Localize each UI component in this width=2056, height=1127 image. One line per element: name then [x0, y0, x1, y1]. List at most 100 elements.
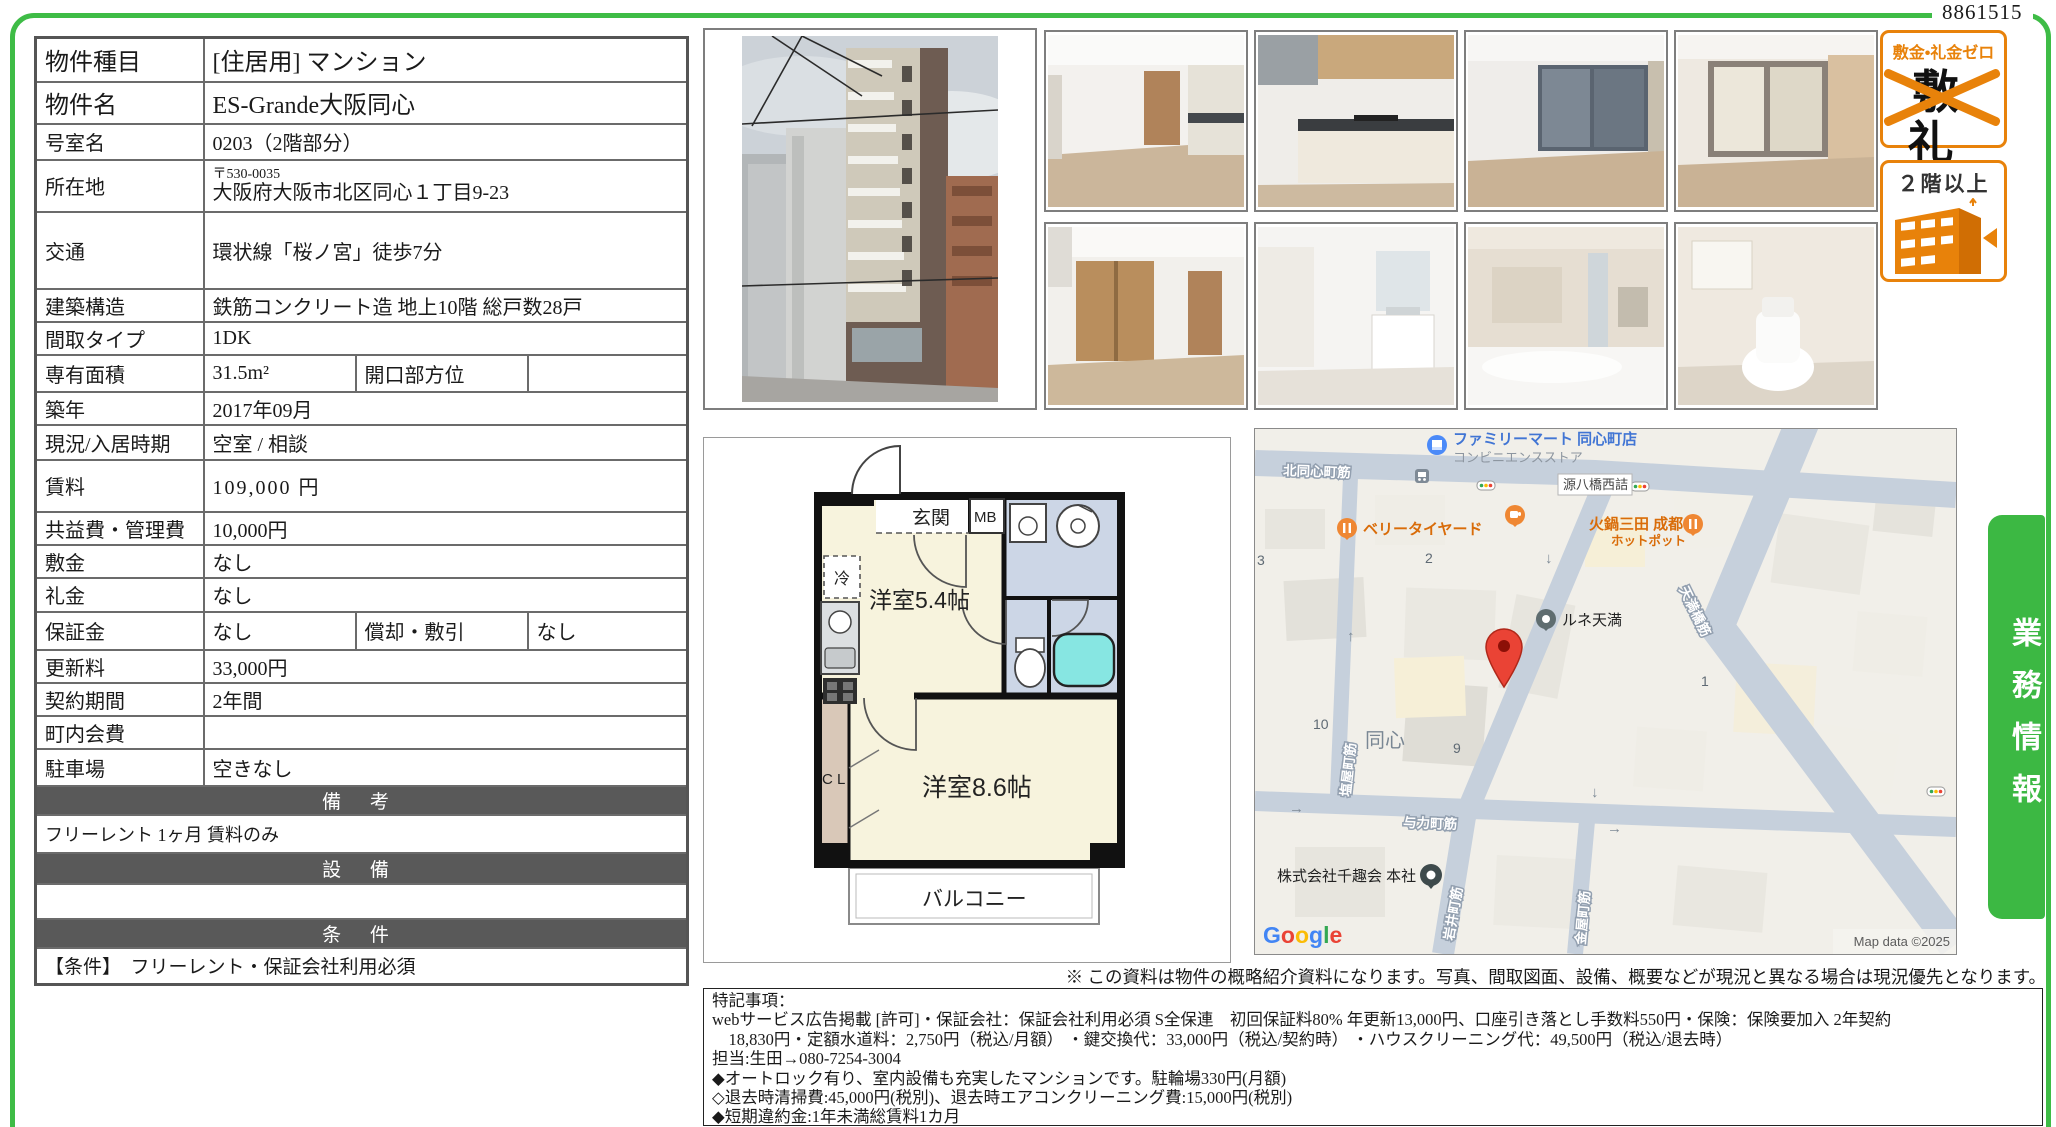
- row-label: 契約期間: [36, 683, 204, 716]
- photo-closet-room: [1044, 222, 1248, 410]
- row-label: 償却・敷引: [356, 612, 528, 650]
- equipment-text: [36, 884, 688, 919]
- row-value: [528, 355, 688, 392]
- living-photo-art: [1468, 35, 1664, 207]
- rent-value: 109,000 円: [204, 460, 688, 512]
- row-value: なし: [204, 612, 356, 650]
- poi-hotpot-sub: ホットポット: [1611, 533, 1686, 548]
- row-value: なし: [204, 545, 688, 578]
- row-value: 0203（2階部分）: [204, 124, 688, 160]
- svg-text:↓: ↓: [1591, 784, 1599, 801]
- table-row: [36, 884, 688, 919]
- row-label: 号室名: [36, 124, 204, 160]
- bathroom-photo-art: [1468, 227, 1664, 405]
- property-table: 物件種目 [住居用] マンション 物件名 ES-Grande大阪同心 号室名 0…: [34, 36, 689, 986]
- row-value: [204, 716, 688, 749]
- map-drawing: ↑→ ↓→↓ 北同心町筋 与力町筋 塩屋町筋 岩井町筋 金屋町筋 天満橋筋 源八…: [1255, 429, 1956, 954]
- row-value: 環状線「桜ノ宮」徒歩7分: [204, 212, 688, 289]
- map: ↑→ ↓→↓ 北同心町筋 与力町筋 塩屋町筋 岩井町筋 金屋町筋 天満橋筋 源八…: [1254, 428, 1957, 955]
- poi-lune: ルネ天満: [1562, 612, 1622, 629]
- row-label: 専有面積: [36, 355, 204, 392]
- row-value: なし: [204, 578, 688, 612]
- table-row: 築年 2017年09月: [36, 392, 688, 425]
- notes-title: 特記事項：: [712, 991, 2034, 1010]
- remarks-text: フリーレント 1ヶ月 賃料のみ: [36, 815, 688, 853]
- badge-floor-title: ２階以上: [1883, 168, 2004, 198]
- poi-berry: ベリータイヤード: [1363, 521, 1483, 538]
- badge-zero-chars: 敷礼: [1883, 67, 2004, 168]
- row-value: 空きなし: [204, 749, 688, 786]
- badge-zero-title: 敷金•礼金ゼロ: [1883, 39, 2004, 63]
- intersection-genpachi: 源八橋西詰: [1563, 477, 1628, 492]
- row-label: 駐車場: [36, 749, 204, 786]
- photo-bathroom: [1464, 222, 1668, 410]
- svg-text:→: →: [1289, 800, 1304, 817]
- table-row: 共益費・管理費 10,000円: [36, 512, 688, 545]
- notes-line: ◆オートロック有り、室内設備も充実したマンションです。駐輪場330円(月額): [712, 1069, 2034, 1088]
- table-row: 物件名 ES-Grande大阪同心: [36, 82, 688, 124]
- row-label: 共益費・管理費: [36, 512, 204, 545]
- row-label: 礼金: [36, 578, 204, 612]
- kitchen-photo-art: [1258, 35, 1454, 207]
- closet-photo-art: [1048, 227, 1244, 405]
- table-row: 【条件】 フリーレント・保証会社利用必須: [36, 948, 688, 985]
- photo-balcony-window: [1674, 30, 1878, 212]
- notes-line: ◇退去時清掃費:45,000円(税別)、退去時エアコンクリーニング費:15,00…: [712, 1088, 2034, 1107]
- block-number: 10: [1313, 716, 1329, 732]
- label-fridge: 冷: [834, 570, 850, 588]
- row-value: 2017年09月: [204, 392, 688, 425]
- street-yoriki: 与力町筋: [1403, 814, 1458, 832]
- notes-box: 特記事項： webサービス広告掲載 [許可]・保証会社：保証会社利用必須 S全保…: [703, 988, 2043, 1126]
- table-row: 所在地 〒530-0035 大阪府大阪市北区同心１丁目9-23: [36, 160, 688, 212]
- side-banner-gyomu-joho: 業務情報: [1988, 515, 2045, 919]
- room-photo-art: [1048, 35, 1244, 207]
- row-label: 保証金: [36, 612, 204, 650]
- poi-famima-sub: コンビニエンスストア: [1453, 450, 1583, 465]
- section-header-remarks: 備 考: [36, 786, 688, 815]
- floorplan: 玄関 MB 冷 洋室5.4帖 洋室8.6帖 C L バルコニー: [703, 437, 1231, 963]
- photo-washroom: [1254, 222, 1458, 410]
- row-value: 33,000円: [204, 650, 688, 683]
- window-photo-art: [1678, 35, 1874, 207]
- section-header-equipment: 設 備: [36, 853, 688, 884]
- table-row: 間取タイプ 1DK: [36, 322, 688, 355]
- conditions-text: 【条件】 フリーレント・保証会社利用必須: [36, 948, 688, 985]
- area-doshin: 同心: [1365, 730, 1405, 752]
- row-label: 開口部方位: [356, 355, 528, 392]
- row-label: 物件種目: [36, 38, 204, 82]
- table-row: 現況/入居時期 空室 / 相談: [36, 425, 688, 460]
- table-row: 賃料 109,000 円: [36, 460, 688, 512]
- postal-code: 〒530-0035: [213, 167, 679, 182]
- block-number: 2: [1425, 550, 1433, 566]
- row-label: 交通: [36, 212, 204, 289]
- reference-number: 8861515: [1932, 0, 2033, 25]
- table-row: 交通 環状線「桜ノ宮」徒歩7分: [36, 212, 688, 289]
- row-label: 賃料: [36, 460, 204, 512]
- row-label: 物件名: [36, 82, 204, 124]
- row-value: 空室 / 相談: [204, 425, 688, 460]
- table-row: 建築構造 鉄筋コンクリート造 地上10階 総戸数28戸: [36, 289, 688, 322]
- address-text: 大阪府大阪市北区同心１丁目9-23: [213, 182, 679, 204]
- floorplan-drawing: 玄関 MB 冷 洋室5.4帖 洋室8.6帖 C L バルコニー: [704, 438, 1230, 962]
- photo-building-exterior: [703, 28, 1037, 410]
- label-closet: C L: [822, 771, 845, 788]
- notes-line: 18,830円・定額水道料：2,750円（税込/月額） ・鍵交換代：33,000…: [712, 1030, 2034, 1049]
- notes-line: webサービス広告掲載 [許可]・保証会社：保証会社利用必須 S全保連 初回保証…: [712, 1010, 2034, 1029]
- svg-text:↓: ↓: [1545, 550, 1553, 567]
- label-room2: 洋室8.6帖: [922, 774, 1032, 802]
- block-number: 3: [1257, 552, 1265, 568]
- row-value: 10,000円: [204, 512, 688, 545]
- notes-line: ◆短期違約金:1年未満総賃料1カ月: [712, 1107, 2034, 1126]
- row-value: ES-Grande大阪同心: [204, 82, 688, 124]
- row-value: 1DK: [204, 322, 688, 355]
- property-sheet: 8861515 物件種目 [住居用] マンション 物件名 ES-Grande大阪…: [0, 0, 2056, 1127]
- photo-room-kitchen: [1044, 30, 1248, 212]
- table-row: 専有面積 31.5m² 開口部方位: [36, 355, 688, 392]
- badge-second-floor-up: ２階以上: [1880, 160, 2007, 282]
- badge-no-deposit-no-keymoney: 敷金•礼金ゼロ 敷礼: [1880, 30, 2007, 148]
- row-value: [住居用] マンション: [204, 38, 688, 82]
- famima-pin-icon: [1427, 435, 1447, 455]
- toilet-photo-art: [1678, 227, 1874, 405]
- row-label: 更新料: [36, 650, 204, 683]
- photo-toilet: [1674, 222, 1878, 410]
